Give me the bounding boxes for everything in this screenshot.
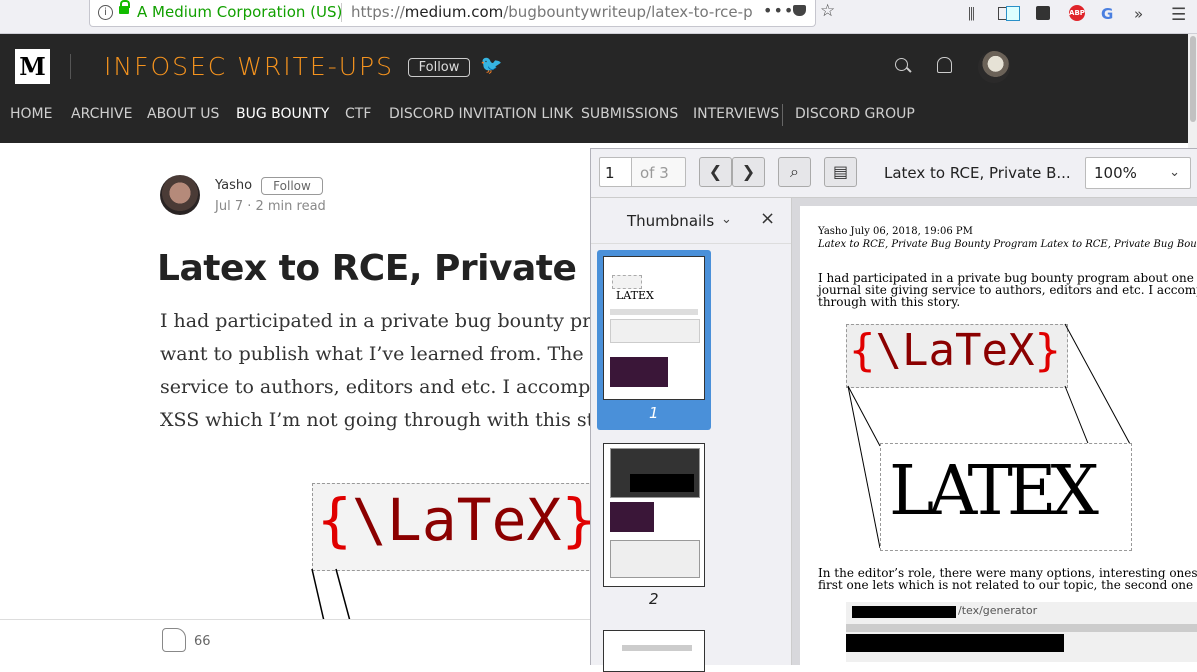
medium-logo[interactable]: M [15, 49, 50, 84]
pdf-toolbar: 1 of 3 ❮ ❯ ⌕ ▤ Latex to RCE, Private B..… [591, 149, 1197, 198]
clap-icon[interactable] [162, 628, 186, 652]
translate-icon[interactable]: G [1101, 5, 1113, 23]
article-paragraph-line: want to publish what I’ve learned from. … [160, 343, 600, 365]
article-paragraph-line: XSS which I’m not going through with thi… [160, 409, 600, 431]
save-icon[interactable] [1006, 6, 1020, 21]
site-identity: A Medium Corporation (US) [137, 3, 343, 21]
page-header-line: Latex to RCE, Private Bug Bounty Program… [818, 239, 1197, 250]
nav-interviews[interactable]: INTERVIEWS [693, 106, 779, 122]
nav-submissions[interactable]: SUBMISSIONS [581, 106, 678, 122]
chevron-right-icon: ❯ [741, 162, 756, 181]
clap-count: 66 [194, 634, 211, 649]
zoom-select[interactable]: 100% ⌄ [1085, 157, 1191, 189]
nav-discord-invitation-link[interactable]: DISCORD INVITATION LINK [389, 106, 573, 122]
close-sidebar-icon[interactable]: × [760, 208, 775, 229]
nav-discord-group[interactable]: DISCORD GROUP [795, 106, 915, 122]
thumbnail-label: 2 [649, 590, 659, 608]
author-follow-button[interactable]: Follow [261, 177, 323, 195]
page-total: of 3 [632, 157, 686, 187]
header-divider [70, 54, 71, 79]
publication-follow-button[interactable]: Follow [408, 58, 470, 77]
menu-icon[interactable]: ☰ [1171, 5, 1186, 25]
pdf-document-title: Latex to RCE, Private B... [884, 164, 1071, 182]
latex-banner-image: {\LaTeX} [312, 483, 604, 571]
page-latex-logo: LATEX [880, 443, 1132, 551]
page-thumbnail-3[interactable] [603, 630, 705, 672]
latex-banner-text: {\LaTeX} [317, 486, 597, 554]
page-url-fragment: /tex/generator [958, 604, 1038, 617]
pocket-icon[interactable] [793, 5, 806, 16]
page-paragraph-line: first one lets which is not related to o… [818, 578, 1197, 592]
previous-page-button[interactable]: ❮ [699, 157, 732, 187]
search-button[interactable]: ⌕ [778, 157, 811, 187]
user-avatar[interactable] [978, 51, 1010, 83]
sidebar-divider [591, 243, 791, 244]
chevron-down-icon[interactable]: ⌄ [721, 212, 732, 227]
page-scrollbar-thumb[interactable] [1190, 36, 1196, 122]
article-action-bar [0, 619, 600, 665]
page-screenshot-urlbar: /tex/generator [846, 602, 1197, 662]
library-icon[interactable]: ⫼ [968, 5, 975, 23]
thumbnail-label: 1 [649, 404, 659, 422]
medium-header [0, 34, 1188, 143]
nav-separator [782, 104, 783, 126]
nav-bug-bounty[interactable]: BUG BOUNTY [236, 106, 329, 122]
page-thumbnail-1[interactable]: LATEX [603, 256, 705, 400]
author-avatar[interactable] [160, 175, 200, 215]
calculator-icon[interactable] [1036, 6, 1050, 20]
page-actions-icon[interactable]: ••• [763, 1, 794, 20]
info-icon[interactable]: i [98, 5, 113, 20]
chevron-left-icon: ❮ [708, 162, 723, 181]
article-paragraph-line: service to authors, editors and etc. I a… [160, 376, 600, 398]
url-text[interactable]: https://medium.com/bugbountywriteup/late… [351, 3, 753, 21]
nav-ctf[interactable]: CTF [345, 106, 371, 122]
nav-home[interactable]: HOME [10, 106, 52, 122]
browser-toolbar: i A Medium Corporation (US) https://medi… [0, 0, 1197, 34]
author-name[interactable]: Yasho [215, 178, 252, 193]
nav-archive[interactable]: ARCHIVE [71, 106, 132, 122]
page-latex-logo-text: LATEX [889, 452, 1099, 531]
search-icon[interactable] [895, 58, 908, 71]
urlbar-separator [341, 3, 342, 22]
sidebar-mode-label[interactable]: Thumbnails [627, 212, 714, 230]
article-meta: Jul 7 · 2 min read [215, 199, 326, 214]
next-page-button[interactable]: ❯ [732, 157, 765, 187]
page-header-line: Yasho July 06, 2018, 19:06 PM [818, 226, 973, 237]
nav-about-us[interactable]: ABOUT US [147, 106, 219, 122]
annotations-button[interactable]: ▤ [824, 157, 857, 187]
thumbnails-sidebar: Thumbnails ⌄ × LATEX 1 2 [591, 198, 792, 672]
search-icon: ⌕ [790, 162, 799, 181]
image-perspective-lines [311, 568, 351, 621]
adblock-icon[interactable]: ABP [1069, 5, 1085, 21]
page-thumbnail-2[interactable] [603, 443, 705, 587]
chevron-down-icon: ⌄ [1169, 165, 1180, 180]
twitter-icon[interactable]: 🐦 [480, 55, 502, 76]
clipboard-icon: ▤ [832, 162, 849, 181]
publication-name[interactable]: INFOSEC WRITE-UPS [104, 52, 394, 81]
pdf-page: Yasho July 06, 2018, 19:06 PM Latex to R… [800, 206, 1197, 665]
address-bar[interactable]: i A Medium Corporation (US) https://medi… [89, 0, 835, 27]
pdf-document-view[interactable]: Yasho July 06, 2018, 19:06 PM Latex to R… [792, 198, 1197, 665]
bookmark-star-icon[interactable]: ☆ [820, 1, 835, 21]
notifications-bell-icon[interactable] [937, 57, 952, 73]
lock-icon [119, 0, 130, 14]
article-paragraph-line: I had participated in a private bug boun… [160, 310, 600, 332]
page-paragraph-line: through with this story. [818, 295, 961, 309]
pdf-viewer: 1 of 3 ❮ ❯ ⌕ ▤ Latex to RCE, Private B..… [590, 148, 1197, 672]
page-number-input[interactable]: 1 [599, 157, 632, 187]
extensions-icon[interactable]: » [1134, 5, 1143, 23]
